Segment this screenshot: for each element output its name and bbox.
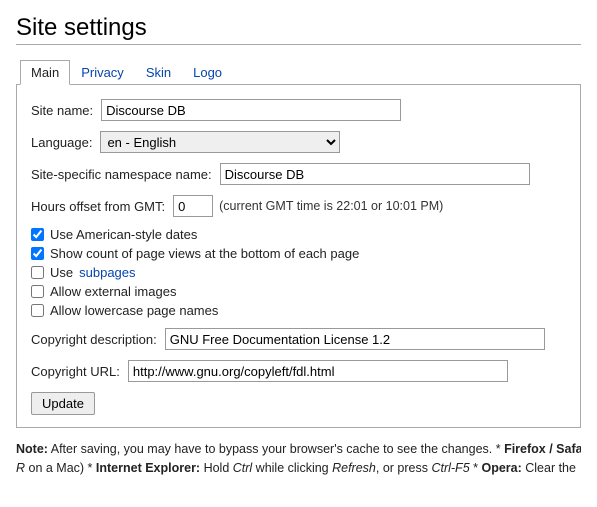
site-name-label: Site name:: [31, 103, 93, 118]
external-images-checkbox[interactable]: [31, 285, 44, 298]
note-firefox: Firefox / Safari:: [504, 442, 581, 456]
subpages-checkbox[interactable]: [31, 266, 44, 279]
american-dates-label: Use American-style dates: [50, 227, 197, 242]
note-refresh: Refresh: [332, 461, 376, 475]
subpages-link[interactable]: subpages: [79, 265, 135, 280]
tabs: Main Privacy Skin Logo: [16, 60, 581, 85]
copyright-url-input[interactable]: [128, 360, 508, 382]
note-body6: , or press: [376, 461, 432, 475]
note-opera: Opera:: [481, 461, 521, 475]
lowercase-label: Allow lowercase page names: [50, 303, 218, 318]
note-body8: Clear the: [522, 461, 576, 475]
subpages-label-prefix: Use: [50, 265, 73, 280]
page-views-label: Show count of page views at the bottom o…: [50, 246, 359, 261]
namespace-input[interactable]: [220, 163, 530, 185]
cache-note: Note: After saving, you may have to bypa…: [16, 440, 581, 478]
tab-privacy[interactable]: Privacy: [70, 60, 135, 85]
note-rmac: R: [16, 461, 25, 475]
tab-logo[interactable]: Logo: [182, 60, 233, 85]
note-prefix: Note:: [16, 442, 48, 456]
namespace-label: Site-specific namespace name:: [31, 167, 212, 182]
tab-skin[interactable]: Skin: [135, 60, 182, 85]
tab-main[interactable]: Main: [20, 60, 70, 85]
hours-offset-label: Hours offset from GMT:: [31, 199, 165, 214]
note-ctrl: Ctrl: [233, 461, 252, 475]
lowercase-checkbox[interactable]: [31, 304, 44, 317]
update-button[interactable]: Update: [31, 392, 95, 415]
language-select[interactable]: en - English: [100, 131, 340, 153]
note-body5: while clicking: [252, 461, 332, 475]
note-body4: Hold: [200, 461, 233, 475]
page-title: Site settings: [16, 14, 581, 45]
american-dates-checkbox[interactable]: [31, 228, 44, 241]
note-body3: on a Mac) *: [25, 461, 96, 475]
note-body7: *: [470, 461, 482, 475]
note-ctrlf5: Ctrl-F5: [431, 461, 469, 475]
gmt-hint: (current GMT time is 22:01 or 10:01 PM): [219, 199, 443, 213]
page-views-checkbox[interactable]: [31, 247, 44, 260]
settings-panel: Site name: Language: en - English Site-s…: [16, 84, 581, 428]
language-label: Language:: [31, 135, 92, 150]
site-name-input[interactable]: [101, 99, 401, 121]
note-ie: Internet Explorer:: [96, 461, 200, 475]
note-body1: After saving, you may have to bypass you…: [48, 442, 504, 456]
copyright-url-label: Copyright URL:: [31, 364, 120, 379]
checkbox-group: Use American-style dates Show count of p…: [31, 227, 566, 318]
copyright-desc-label: Copyright description:: [31, 332, 157, 347]
hours-offset-input[interactable]: [173, 195, 213, 217]
external-images-label: Allow external images: [50, 284, 176, 299]
copyright-desc-input[interactable]: [165, 328, 545, 350]
